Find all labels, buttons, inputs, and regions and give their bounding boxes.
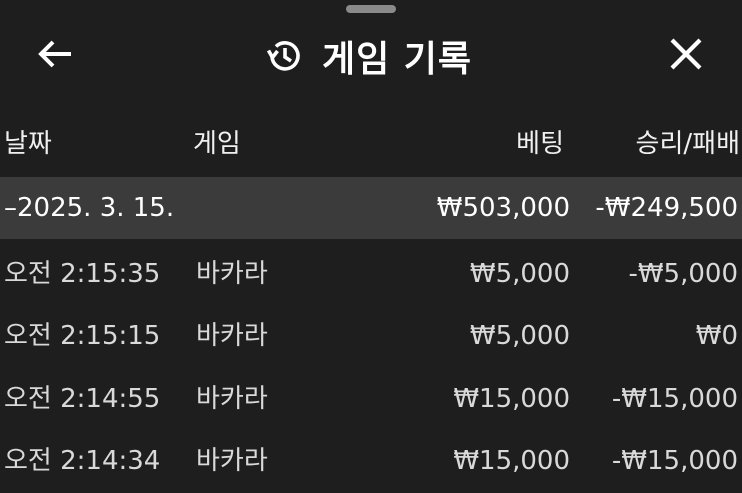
row-bet: ₩5,000 — [469, 321, 570, 351]
column-header-date: 날짜 — [4, 129, 52, 159]
table-row[interactable]: 오전 2:14:55 바카라 ₩15,000 -₩15,000 — [0, 368, 742, 430]
history-icon — [262, 34, 306, 78]
date-group-row[interactable]: –2025. 3. 15. ₩503,000 -₩249,500 — [0, 177, 742, 239]
row-result: -₩15,000 — [611, 446, 738, 476]
column-header-game: 게임 — [193, 129, 241, 159]
date-group-result-total: -₩249,500 — [595, 193, 738, 223]
table-row[interactable]: 오전 2:14:34 바카라 ₩15,000 -₩15,000 — [0, 430, 742, 492]
date-group-label: –2025. 3. 15. — [4, 193, 175, 223]
header: 게임 기록 — [0, 24, 742, 88]
row-bet: ₩15,000 — [453, 446, 570, 476]
row-bet: ₩5,000 — [469, 259, 570, 289]
column-header-result: 승리/패배 — [635, 129, 740, 159]
page-title: 게임 기록 — [322, 39, 473, 80]
row-game: 바카라 — [196, 259, 268, 289]
drag-handle[interactable] — [346, 5, 396, 13]
close-icon — [669, 37, 703, 75]
row-time: 오전 2:15:35 — [4, 259, 161, 289]
row-bet: ₩15,000 — [453, 384, 570, 414]
row-time: 오전 2:14:34 — [4, 446, 161, 476]
date-group-bet-total: ₩503,000 — [436, 193, 570, 223]
arrow-left-icon — [37, 39, 73, 73]
close-button[interactable] — [660, 34, 712, 78]
table-row[interactable]: 오전 2:15:35 바카라 ₩5,000 -₩5,000 — [0, 243, 742, 305]
row-game: 바카라 — [196, 384, 268, 414]
row-result: -₩5,000 — [628, 259, 738, 289]
row-time: 오전 2:14:55 — [4, 384, 161, 414]
title-group: 게임 기록 — [262, 32, 472, 80]
column-header-bet: 베팅 — [516, 129, 564, 159]
row-time: 오전 2:15:15 — [4, 321, 161, 351]
row-result: ₩0 — [695, 321, 738, 351]
row-game: 바카라 — [196, 321, 268, 351]
table-row[interactable]: 오전 2:15:15 바카라 ₩5,000 ₩0 — [0, 305, 742, 367]
back-button[interactable] — [30, 36, 80, 76]
row-result: -₩15,000 — [611, 384, 738, 414]
row-game: 바카라 — [196, 446, 268, 476]
